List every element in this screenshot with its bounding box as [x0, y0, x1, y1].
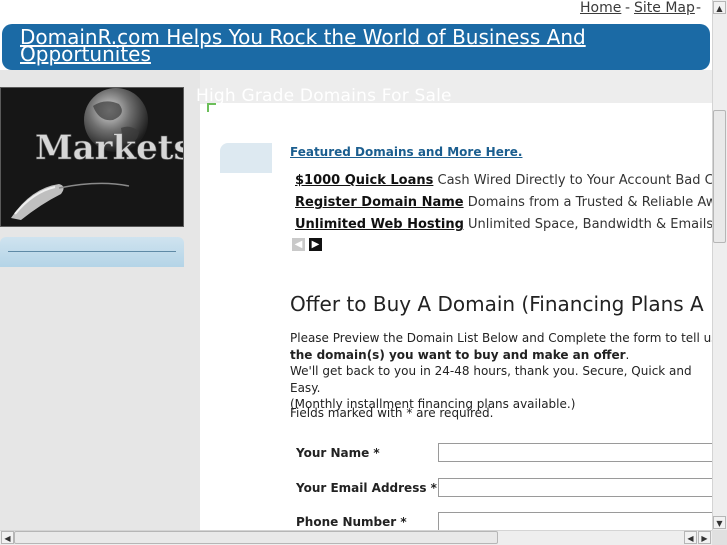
- previous-arrow-icon[interactable]: ◀: [292, 238, 305, 251]
- offer-heading: Offer to Buy A Domain (Financing Plans A: [290, 292, 704, 316]
- name-field[interactable]: [438, 443, 718, 462]
- ad-link-web-hosting[interactable]: Unlimited Web Hosting: [295, 217, 464, 232]
- ad-row: Unlimited Web Hosting Unlimited Space, B…: [295, 217, 727, 232]
- sidebar-divider: [8, 251, 176, 252]
- ad-link-register-domain[interactable]: Register Domain Name: [295, 195, 464, 210]
- scroll-right-icon[interactable]: ▶: [698, 531, 711, 544]
- email-field[interactable]: [438, 478, 718, 497]
- scroll-down-icon[interactable]: ▼: [713, 516, 726, 529]
- next-arrow-icon[interactable]: ▶: [309, 238, 322, 251]
- corner-marker: [207, 103, 216, 112]
- ad-link-quick-loans[interactable]: $1000 Quick Loans: [295, 173, 433, 188]
- ad-row: $1000 Quick Loans Cash Wired Directly to…: [295, 173, 727, 188]
- horizontal-scroll-thumb[interactable]: [14, 531, 498, 544]
- intro-line: Please Preview the Domain List Below and…: [290, 331, 718, 345]
- ad-row: Register Domain Name Domains from a Trus…: [295, 195, 727, 210]
- markets-image-text: Markets: [35, 128, 184, 168]
- offer-intro: Please Preview the Domain List Below and…: [290, 330, 720, 413]
- sidebar-box: [0, 237, 184, 267]
- scrollbar-corner: [712, 530, 727, 545]
- intro-period: .: [625, 347, 630, 362]
- markets-image: Markets: [0, 87, 184, 227]
- site-map-link[interactable]: Site Map: [634, 0, 695, 16]
- scroll-up-icon[interactable]: ▲: [713, 1, 726, 14]
- featured-tab-decoration: [220, 143, 272, 173]
- ad-description: Unlimited Space, Bandwidth & Emails Fre: [468, 217, 727, 232]
- nav-separator: -: [625, 0, 631, 16]
- intro-line: We'll get back to you in 24-48 hours, th…: [290, 364, 692, 395]
- markets-graphic: Markets: [1, 88, 184, 226]
- email-label: Your Email Address *: [296, 481, 437, 495]
- nav-separator-trailing: -: [696, 0, 702, 16]
- scroll-left-icon-end[interactable]: ◀: [684, 531, 697, 544]
- vertical-scrollbar[interactable]: [712, 0, 727, 530]
- name-label: Your Name *: [296, 446, 380, 460]
- ad-description: Cash Wired Directly to Your Account Bad …: [437, 173, 727, 188]
- required-note: Fields marked with * are required.: [290, 406, 494, 420]
- ad-description: Domains from a Trusted & Reliable Award: [467, 195, 727, 210]
- intro-line: the domain(s) you want to buy and make a…: [290, 347, 720, 364]
- main-content: [207, 103, 712, 530]
- intro-emphasis: the domain(s) you want to buy and make a…: [290, 347, 626, 362]
- phone-label: Phone Number *: [296, 515, 407, 529]
- vertical-scroll-thumb[interactable]: [713, 110, 726, 243]
- scroll-left-icon[interactable]: ◀: [1, 531, 14, 544]
- featured-domains-link[interactable]: Featured Domains and More Here.: [290, 145, 522, 159]
- phone-field[interactable]: [438, 512, 718, 531]
- site-title-link[interactable]: DomainR.com Helps You Rock the World of …: [20, 27, 660, 64]
- home-link[interactable]: Home: [580, 0, 621, 16]
